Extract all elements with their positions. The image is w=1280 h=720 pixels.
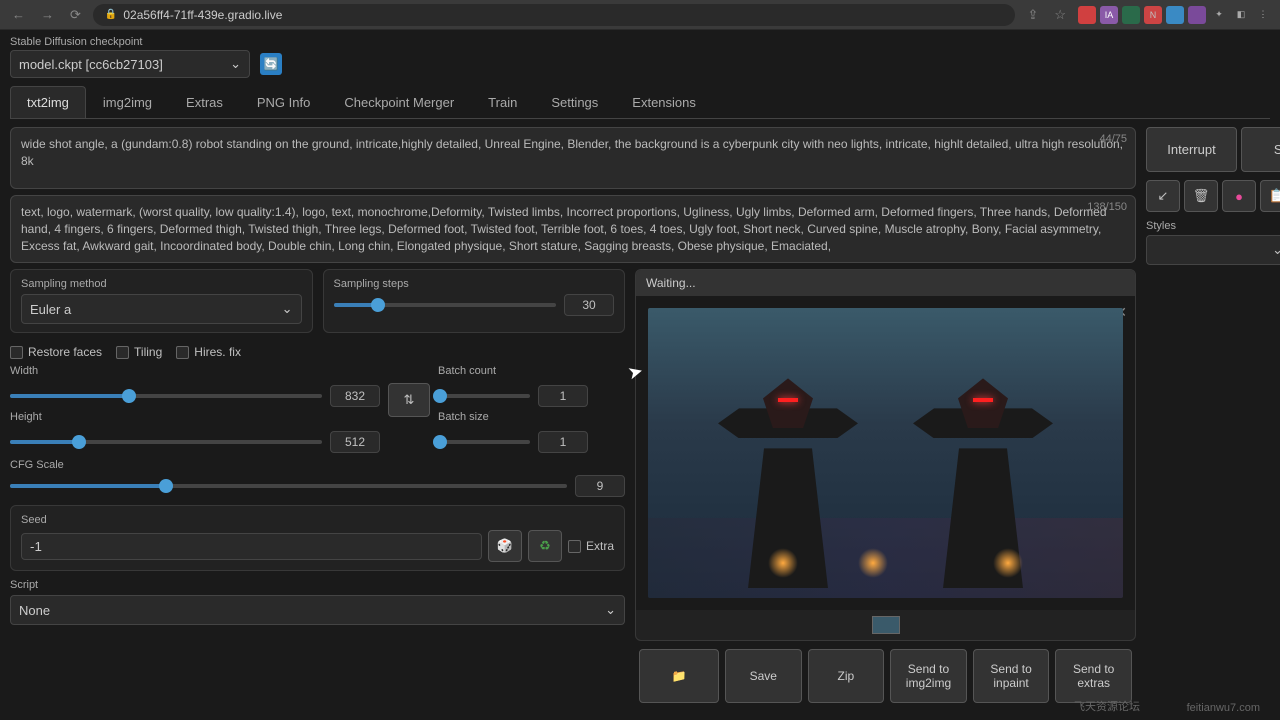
tab-settings[interactable]: Settings	[534, 86, 615, 118]
height-label: Height	[10, 411, 380, 423]
refresh-checkpoint-button[interactable]: 🔄	[260, 53, 282, 75]
sampling-steps-label: Sampling steps	[334, 278, 615, 290]
output-image-area: ✕	[636, 296, 1135, 610]
sampling-steps-value[interactable]: 30	[564, 294, 614, 316]
ext-icon-3[interactable]	[1122, 6, 1140, 24]
send-img2img-button[interactable]: Send to img2img	[890, 649, 967, 703]
menu-icon[interactable]: ⋮	[1254, 6, 1272, 24]
batch-count-label: Batch count	[438, 365, 588, 377]
open-folder-button[interactable]: 📁	[639, 649, 719, 703]
arrow-button[interactable]: ↙	[1146, 180, 1180, 212]
tab-extensions[interactable]: Extensions	[615, 86, 713, 118]
puzzle-icon[interactable]: ✦	[1210, 6, 1228, 24]
reuse-seed-button[interactable]: ♻	[528, 530, 562, 562]
neg-token-counter: 138/150	[1087, 200, 1127, 215]
ext-icon-5[interactable]	[1166, 6, 1184, 24]
chevron-down-icon: ⌄	[230, 56, 241, 72]
output-thumbnail[interactable]	[872, 616, 900, 634]
styles-label: Styles	[1146, 220, 1280, 232]
extra-seed-checkbox[interactable]	[568, 540, 581, 553]
batch-size-value[interactable]: 1	[538, 431, 588, 453]
cfg-value[interactable]: 9	[575, 475, 625, 497]
width-value[interactable]: 832	[330, 385, 380, 407]
height-slider[interactable]	[10, 440, 322, 444]
random-seed-button[interactable]: 🎲	[488, 530, 522, 562]
output-status: Waiting...	[636, 270, 1135, 296]
ext-icon-4[interactable]: N	[1144, 6, 1162, 24]
prompt-token-counter: 44/75	[1099, 132, 1127, 147]
extension-icons: IA N ✦ ◧ ⋮	[1078, 6, 1272, 24]
share-icon[interactable]: ⇪	[1023, 5, 1042, 25]
zip-button[interactable]: Zip	[808, 649, 885, 703]
cfg-label: CFG Scale	[10, 459, 625, 471]
prompt-text: wide shot angle, a (gundam:0.8) robot st…	[21, 137, 1123, 168]
tab-checkpoint-merger[interactable]: Checkpoint Merger	[327, 86, 471, 118]
browser-chrome: ← → ⟳ 🔒 02a56ff4-71ff-439e.gradio.live ⇪…	[0, 0, 1280, 30]
tab-txt2img[interactable]: txt2img	[10, 86, 86, 118]
script-label: Script	[10, 579, 625, 591]
chevron-down-icon: ⌄	[1272, 242, 1280, 258]
chevron-down-icon: ⌄	[605, 602, 616, 618]
swap-dimensions-button[interactable]: ⇅	[388, 383, 430, 417]
watermark-2: 飞天资源论坛	[1074, 698, 1140, 714]
tiling-label: Tiling	[134, 345, 162, 359]
trash-button[interactable]: 🗑	[1184, 180, 1218, 212]
negative-prompt-input[interactable]: 138/150 text, logo, watermark, (worst qu…	[10, 195, 1136, 263]
restore-faces-label: Restore faces	[28, 345, 102, 359]
panel-icon[interactable]: ◧	[1232, 6, 1250, 24]
hires-fix-label: Hires. fix	[194, 345, 241, 359]
lock-icon: 🔒	[105, 9, 117, 20]
tab-train[interactable]: Train	[471, 86, 534, 118]
reload-icon[interactable]: ⟳	[66, 5, 85, 25]
tiling-checkbox[interactable]	[116, 346, 129, 359]
skip-button[interactable]: Skip	[1241, 127, 1280, 172]
seed-label: Seed	[21, 514, 614, 526]
sampling-method-select[interactable]: Euler a ⌄	[21, 294, 302, 324]
batch-size-label: Batch size	[438, 411, 588, 423]
interrupt-button[interactable]: Interrupt	[1146, 127, 1237, 172]
extra-seed-label: Extra	[586, 539, 614, 553]
chevron-down-icon: ⌄	[282, 301, 293, 317]
cfg-slider[interactable]	[10, 484, 567, 488]
tab-extras[interactable]: Extras	[169, 86, 240, 118]
batch-count-value[interactable]: 1	[538, 385, 588, 407]
url-text: 02a56ff4-71ff-439e.gradio.live	[123, 8, 282, 22]
tab-pnginfo[interactable]: PNG Info	[240, 86, 327, 118]
ext-icon-ia[interactable]: IA	[1100, 6, 1118, 24]
sampling-method-label: Sampling method	[21, 278, 302, 290]
clipboard-button[interactable]: 📋	[1260, 180, 1280, 212]
back-icon[interactable]: ←	[8, 5, 29, 24]
batch-size-slider[interactable]	[438, 440, 530, 444]
neg-prompt-text: text, logo, watermark, (worst quality, l…	[21, 205, 1107, 253]
style-dot-button[interactable]: ●	[1222, 180, 1256, 212]
width-label: Width	[10, 365, 380, 377]
output-image[interactable]	[648, 308, 1123, 598]
ext-icon-6[interactable]	[1188, 6, 1206, 24]
prompt-input[interactable]: 44/75 wide shot angle, a (gundam:0.8) ro…	[10, 127, 1136, 189]
sampling-steps-slider[interactable]	[334, 303, 557, 307]
width-slider[interactable]	[10, 394, 322, 398]
save-button[interactable]: Save	[725, 649, 802, 703]
tabs: txt2img img2img Extras PNG Info Checkpoi…	[10, 86, 1270, 119]
hires-fix-checkbox[interactable]	[176, 346, 189, 359]
script-select[interactable]: None ⌄	[10, 595, 625, 625]
watermark-1: feitianwu7.com	[1187, 702, 1260, 714]
send-inpaint-button[interactable]: Send to inpaint	[973, 649, 1050, 703]
seed-input[interactable]	[21, 533, 482, 560]
checkpoint-select[interactable]: model.ckpt [cc6cb27103] ⌄	[10, 50, 250, 78]
checkpoint-label: Stable Diffusion checkpoint	[10, 36, 250, 48]
url-bar[interactable]: 🔒 02a56ff4-71ff-439e.gradio.live	[93, 4, 1016, 26]
script-value: None	[19, 603, 50, 618]
send-extras-button[interactable]: Send to extras	[1055, 649, 1132, 703]
height-value[interactable]: 512	[330, 431, 380, 453]
star-icon[interactable]: ☆	[1050, 5, 1070, 25]
batch-count-slider[interactable]	[438, 394, 530, 398]
forward-icon[interactable]: →	[37, 5, 58, 24]
ext-icon-1[interactable]	[1078, 6, 1096, 24]
sampling-method-value: Euler a	[30, 302, 71, 317]
restore-faces-checkbox[interactable]	[10, 346, 23, 359]
styles-select[interactable]: ⌄	[1146, 235, 1280, 265]
tab-img2img[interactable]: img2img	[86, 86, 169, 118]
checkpoint-value: model.ckpt [cc6cb27103]	[19, 57, 163, 72]
